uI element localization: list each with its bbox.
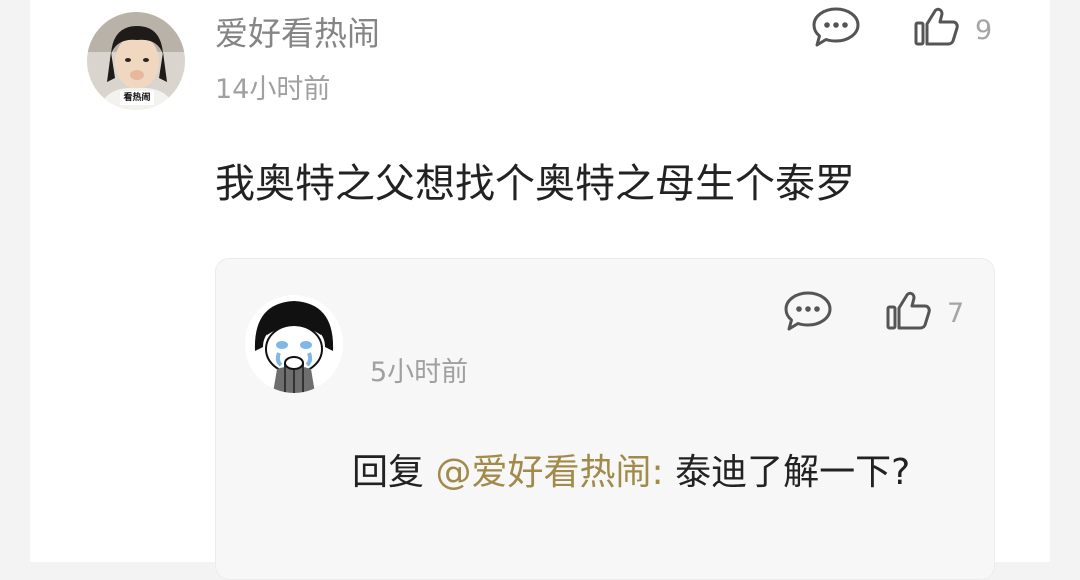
thumbs-up-icon[interactable] bbox=[913, 6, 961, 48]
comment-body: 我奥特之父想找个奥特之母生个泰罗 bbox=[215, 161, 855, 207]
comment-like-count: 9 bbox=[975, 15, 993, 46]
reply-timestamp: 5小时前 bbox=[370, 357, 469, 388]
reply-container bbox=[215, 258, 995, 580]
reply-mention-link[interactable]: @爱好看热闹: bbox=[435, 452, 663, 493]
reply-thumbs-up-icon[interactable] bbox=[885, 290, 933, 332]
comment-timestamp: 14小时前 bbox=[215, 74, 331, 105]
reply-prefix: 回复 bbox=[352, 452, 425, 493]
comment-username[interactable]: 爱好看热闹 bbox=[215, 12, 380, 56]
reply-like-count: 7 bbox=[947, 298, 965, 329]
reply-text: 泰迪了解一下? bbox=[675, 452, 911, 493]
user-avatar[interactable]: 看热闹 bbox=[87, 12, 185, 110]
reply-body: 回复 @爱好看热闹: 泰迪了解一下? bbox=[352, 440, 952, 506]
reply-comment-bubble-icon[interactable] bbox=[783, 290, 833, 332]
reply-avatar[interactable] bbox=[245, 295, 343, 393]
comment-bubble-icon[interactable] bbox=[811, 6, 861, 48]
avatar-caption: 看热闹 bbox=[123, 93, 151, 103]
meme-avatar-image bbox=[245, 295, 343, 393]
